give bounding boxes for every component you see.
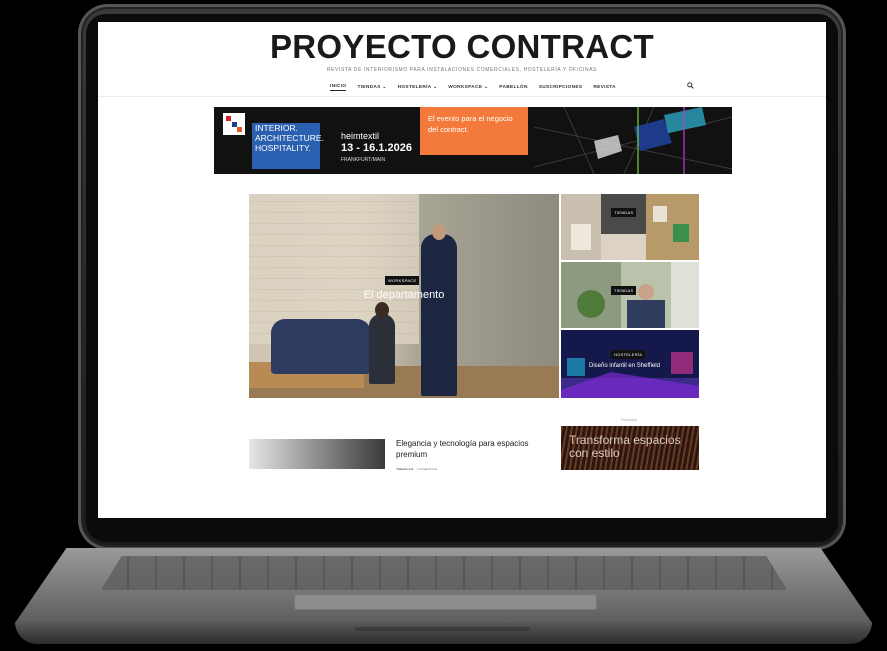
- laptop-hinge: [355, 627, 530, 631]
- banner-slogan-box: El evento para el negocio del contract.: [420, 107, 528, 155]
- sidebar-category-badge[interactable]: HOSTELERÍA: [611, 350, 646, 359]
- banner-city: FRANKFURT/MAIN: [341, 157, 386, 163]
- hero-category-badge[interactable]: WORKSPACE: [385, 276, 420, 285]
- sidebar-category-badge[interactable]: TIENDAS: [611, 286, 637, 295]
- browser-screen: PROYECTO CONTRACT REVISTA DE INTERIORISM…: [98, 22, 826, 518]
- banner-brand: heimtextil: [341, 131, 380, 141]
- banner-dates: 13 - 16.1.2026: [341, 142, 412, 154]
- laptop-trackpad: [294, 594, 597, 610]
- advertisement[interactable]: Transforma espacios con estilo: [561, 426, 699, 470]
- hero-photo-person: [421, 234, 457, 396]
- sidebar-tile[interactable]: TIENDAS: [561, 262, 699, 328]
- ad-text: Transforma espacios con estilo: [569, 433, 681, 460]
- main-nav: INICIO TIENDAS ⌄ HOSTELERÍA ⌄ WORKSPACE …: [330, 81, 616, 93]
- banner-fair-line: INTERIOR.: [255, 123, 298, 133]
- sidebar-tile-photo: [561, 194, 699, 260]
- nav-item-suscripciones[interactable]: SUSCRIPCIONES: [539, 85, 583, 90]
- messe-logo-icon: [223, 113, 245, 135]
- hero-photo-head: [432, 224, 446, 240]
- sidebar-tile[interactable]: HOSTELERÍA Diseño infantil en Sheffield: [561, 330, 699, 398]
- site-logo[interactable]: PROYECTO CONTRACT: [98, 28, 826, 66]
- hero-photo-person: [369, 314, 395, 384]
- article-thumbnail[interactable]: [249, 439, 385, 469]
- nav-item-tiendas[interactable]: TIENDAS ⌄: [357, 85, 386, 90]
- nav-divider: [98, 96, 826, 97]
- screen-blank-area: [98, 470, 826, 518]
- heimtextil-banner[interactable]: INTERIOR. ARCHITECTURE. HOSPITALITY. hei…: [214, 107, 732, 174]
- article-title[interactable]: Elegancia y tecnología para espacios pre…: [396, 438, 541, 460]
- sidebar-tile-photo: [561, 262, 699, 328]
- banner-fair-line: ARCHITECTURE.: [255, 133, 324, 143]
- banner-fair-box: INTERIOR. ARCHITECTURE. HOSPITALITY.: [252, 123, 324, 169]
- sidebar-category-badge[interactable]: TIENDAS: [611, 208, 637, 217]
- nav-item-pabellon[interactable]: PABELLÓN: [499, 85, 527, 90]
- laptop-keyboard: [101, 556, 787, 590]
- banner-architecture-graphic: [534, 107, 732, 174]
- search-icon[interactable]: [687, 82, 694, 89]
- hero-photo-sofa: [271, 319, 371, 374]
- sidebar-tile-title[interactable]: Diseño infantil en Sheffield: [589, 363, 660, 369]
- nav-item-hosteleria[interactable]: HOSTELERÍA ⌄: [398, 85, 438, 90]
- nav-item-revista[interactable]: REVISTA: [593, 85, 616, 90]
- banner-slogan: El evento para el negocio del contract.: [428, 114, 513, 134]
- hero-title[interactable]: El departamento: [249, 289, 559, 301]
- laptop-base-edge: [15, 622, 872, 644]
- hero-featured-article[interactable]: WORKSPACE El departamento: [249, 194, 559, 398]
- nav-item-workspace[interactable]: WORKSPACE ⌄: [448, 85, 488, 90]
- hero-photo-head: [375, 302, 389, 318]
- nav-item-inicio[interactable]: INICIO: [330, 84, 347, 91]
- sidebar-tile[interactable]: TIENDAS: [561, 194, 699, 260]
- ad-label: Publicidad: [621, 418, 638, 422]
- banner-fair-line: HOSPITALITY.: [255, 143, 311, 153]
- site-tagline: REVISTA DE INTERIORISMO PARA INSTALACION…: [326, 67, 598, 73]
